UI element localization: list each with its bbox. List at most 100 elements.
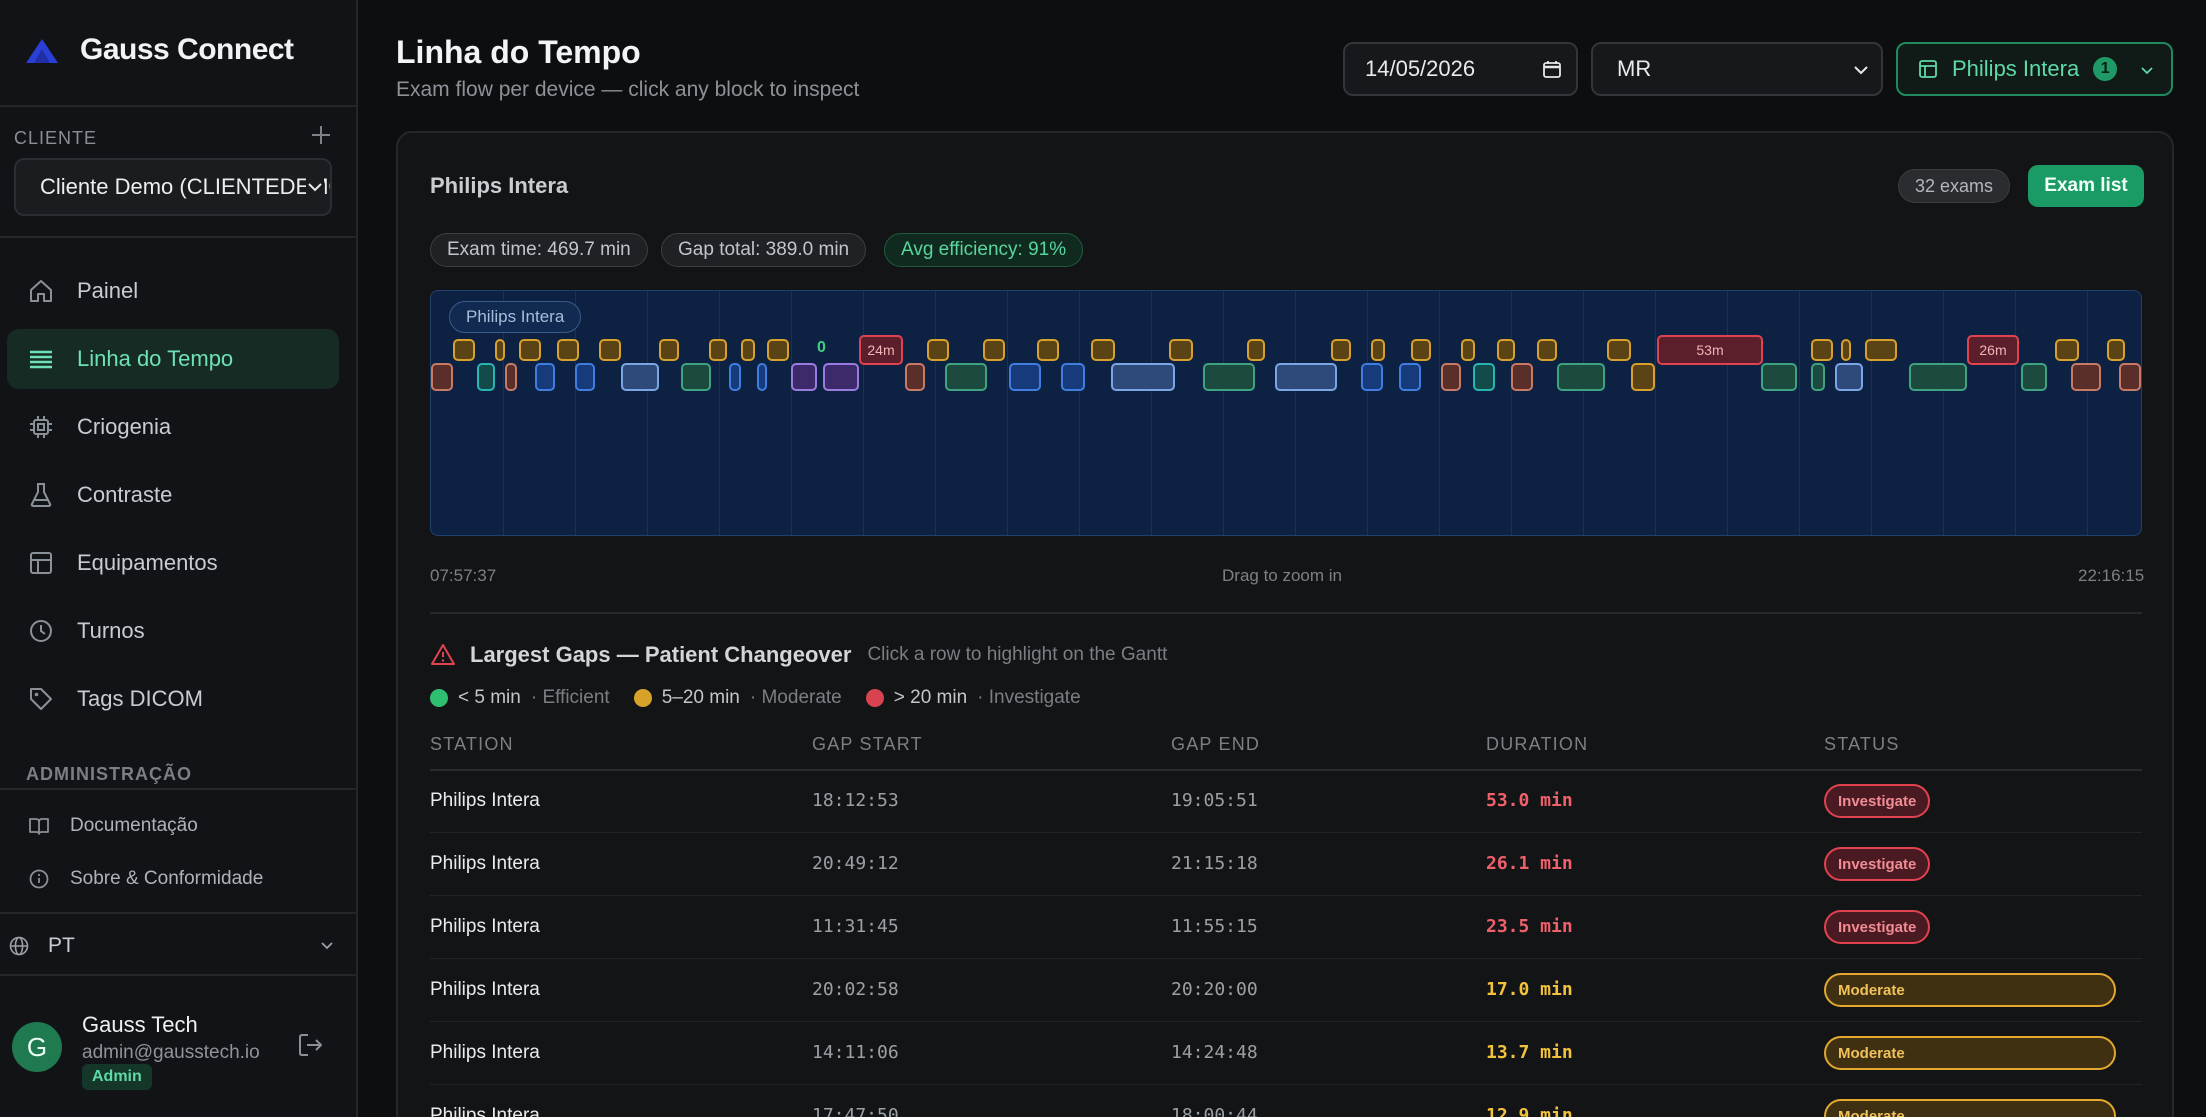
gantt-exam-block[interactable] — [1537, 339, 1557, 361]
gantt-exam-block[interactable] — [2119, 363, 2141, 391]
gantt-exam-block[interactable] — [431, 363, 453, 391]
gantt-gridline — [1223, 291, 1224, 535]
gantt-exam-block[interactable] — [1169, 339, 1193, 361]
nav-painel[interactable]: Painel — [7, 261, 339, 321]
nav-turnos[interactable]: Turnos — [7, 601, 339, 661]
table-row[interactable]: Philips Intera 20:49:12 21:15:18 26.1 min In… — [430, 833, 2142, 896]
nav-sobre-conformidade[interactable]: Sobre & Conformidade — [28, 863, 263, 895]
gantt-exam-block[interactable] — [2055, 339, 2079, 361]
nav-equipamentos[interactable]: Equipamentos — [7, 533, 339, 593]
gantt-exam-block[interactable] — [519, 339, 541, 361]
legend-dot — [633, 689, 652, 707]
gap-block[interactable]: 53m — [1657, 335, 1763, 365]
gantt-exam-block[interactable] — [477, 363, 495, 391]
gantt-exam-block[interactable] — [1909, 363, 1967, 391]
nav-label: Documentação — [70, 815, 198, 836]
gantt-exam-block[interactable] — [729, 363, 741, 391]
gantt-exam-block[interactable] — [767, 339, 789, 361]
gap-block[interactable]: 26m — [1967, 335, 2019, 365]
gantt-exam-block[interactable] — [1037, 339, 1059, 361]
gantt-exam-block[interactable] — [983, 339, 1005, 361]
avatar[interactable]: G — [12, 1022, 62, 1072]
gantt-exam-block[interactable] — [659, 339, 679, 361]
column-header-gap-start[interactable]: GAP START — [812, 734, 923, 755]
gantt-exam-block[interactable] — [1441, 363, 1461, 391]
gantt-exam-block[interactable] — [2021, 363, 2047, 391]
gantt-exam-block[interactable] — [823, 363, 859, 391]
gantt-exam-block[interactable] — [1631, 363, 1655, 391]
gantt-exam-block[interactable] — [1841, 339, 1851, 361]
gantt-exam-block[interactable] — [791, 363, 817, 391]
gantt-exam-block[interactable] — [1461, 339, 1475, 361]
table-row[interactable]: Philips Intera 11:31:45 11:55:15 23.5 min In… — [430, 896, 2142, 959]
table-row[interactable]: Philips Intera 14:11:06 14:24:48 13.7 min Mo… — [430, 1022, 2142, 1085]
column-header-gap-end[interactable]: GAP END — [1171, 734, 1260, 755]
legend-investigate: > 20 min · Investigate — [865, 687, 1081, 709]
gantt-exam-block[interactable] — [557, 339, 579, 361]
gantt-exam-block[interactable] — [681, 363, 711, 391]
exam-list-button[interactable]: Exam list — [2028, 165, 2144, 207]
table-row[interactable]: Philips Intera 17:47:50 18:00:44 12.9 min Mo… — [430, 1085, 2142, 1117]
gantt-exam-block[interactable] — [1399, 363, 1421, 391]
brand[interactable]: Gauss Connect — [24, 30, 294, 70]
gantt-exam-block[interactable] — [1835, 363, 1863, 391]
gantt-exam-block[interactable] — [1411, 339, 1431, 361]
gantt-exam-block[interactable] — [1275, 363, 1337, 391]
nav-linha-do-tempo[interactable]: Linha do Tempo — [7, 329, 339, 389]
client-select[interactable]: Cliente Demo (CLIENTEDEMO) — [14, 158, 332, 216]
nav-documentacao[interactable]: Documentação — [28, 810, 198, 842]
language-select[interactable]: PT — [8, 930, 340, 962]
gantt-exam-block[interactable] — [495, 339, 505, 361]
gantt-exam-block[interactable] — [1247, 339, 1265, 361]
gantt-exam-block[interactable] — [1331, 339, 1351, 361]
gantt-chart[interactable]: Philips Intera 0 24m 53m 26m — [430, 290, 2142, 536]
gantt-exam-block[interactable] — [1557, 363, 1605, 391]
gantt-exam-block[interactable] — [1811, 363, 1825, 391]
gantt-exam-block[interactable] — [1811, 339, 1833, 361]
column-header-station[interactable]: STATION — [430, 734, 514, 755]
gantt-exam-block[interactable] — [709, 339, 727, 361]
gantt-exam-block[interactable] — [741, 339, 755, 361]
date-input[interactable]: 14/05/2026 — [1343, 42, 1578, 96]
modality-select[interactable]: MR — [1591, 42, 1883, 96]
gantt-exam-block[interactable] — [535, 363, 555, 391]
nav-tags-dicom[interactable]: Tags DICOM — [7, 669, 339, 729]
gantt-exam-block[interactable] — [1203, 363, 1255, 391]
gantt-exam-block[interactable] — [1865, 339, 1897, 361]
gantt-exam-block[interactable] — [1091, 339, 1115, 361]
device-select[interactable]: Philips Intera 1 — [1896, 42, 2173, 96]
gap-block[interactable]: 24m — [859, 335, 903, 365]
logout-icon[interactable] — [296, 1030, 326, 1060]
gantt-exam-block[interactable] — [757, 363, 767, 391]
nav-contraste[interactable]: Contraste — [7, 465, 339, 525]
gantt-exam-block[interactable] — [575, 363, 595, 391]
gantt-exam-block[interactable] — [453, 339, 475, 361]
column-header-duration[interactable]: DURATION — [1486, 734, 1588, 755]
gantt-exam-block[interactable] — [1361, 363, 1383, 391]
gantt-exam-block[interactable] — [1511, 363, 1533, 391]
gantt-exam-block[interactable] — [1761, 363, 1797, 391]
gantt-exam-block[interactable] — [1497, 339, 1515, 361]
gantt-exam-block[interactable] — [905, 363, 925, 391]
gantt-exam-block[interactable] — [2071, 363, 2101, 391]
gantt-exam-block[interactable] — [1473, 363, 1495, 391]
column-header-status[interactable]: STATUS — [1824, 734, 1900, 755]
calendar-icon[interactable] — [1542, 59, 1562, 79]
gantt-exam-block[interactable] — [599, 339, 621, 361]
plus-icon[interactable] — [308, 122, 334, 148]
gantt-exam-block[interactable] — [2107, 339, 2125, 361]
gantt-exam-block[interactable] — [505, 363, 517, 391]
nav-criogenia[interactable]: Criogenia — [7, 397, 339, 457]
gantt-exam-block[interactable] — [1371, 339, 1385, 361]
gantt-exam-block[interactable] — [1111, 363, 1175, 391]
gantt-gridline — [719, 291, 720, 535]
gantt-exam-block[interactable] — [945, 363, 987, 391]
gantt-exam-block[interactable] — [1009, 363, 1041, 391]
gantt-exam-block[interactable] — [1061, 363, 1085, 391]
table-row[interactable]: Philips Intera 18:12:53 19:05:51 53.0 min In… — [430, 770, 2142, 833]
gantt-exam-block[interactable] — [927, 339, 949, 361]
status-badge: Moderate — [1824, 973, 2116, 1007]
table-row[interactable]: Philips Intera 20:02:58 20:20:00 17.0 min Mo… — [430, 959, 2142, 1022]
gantt-exam-block[interactable] — [1607, 339, 1631, 361]
gantt-exam-block[interactable] — [621, 363, 659, 391]
